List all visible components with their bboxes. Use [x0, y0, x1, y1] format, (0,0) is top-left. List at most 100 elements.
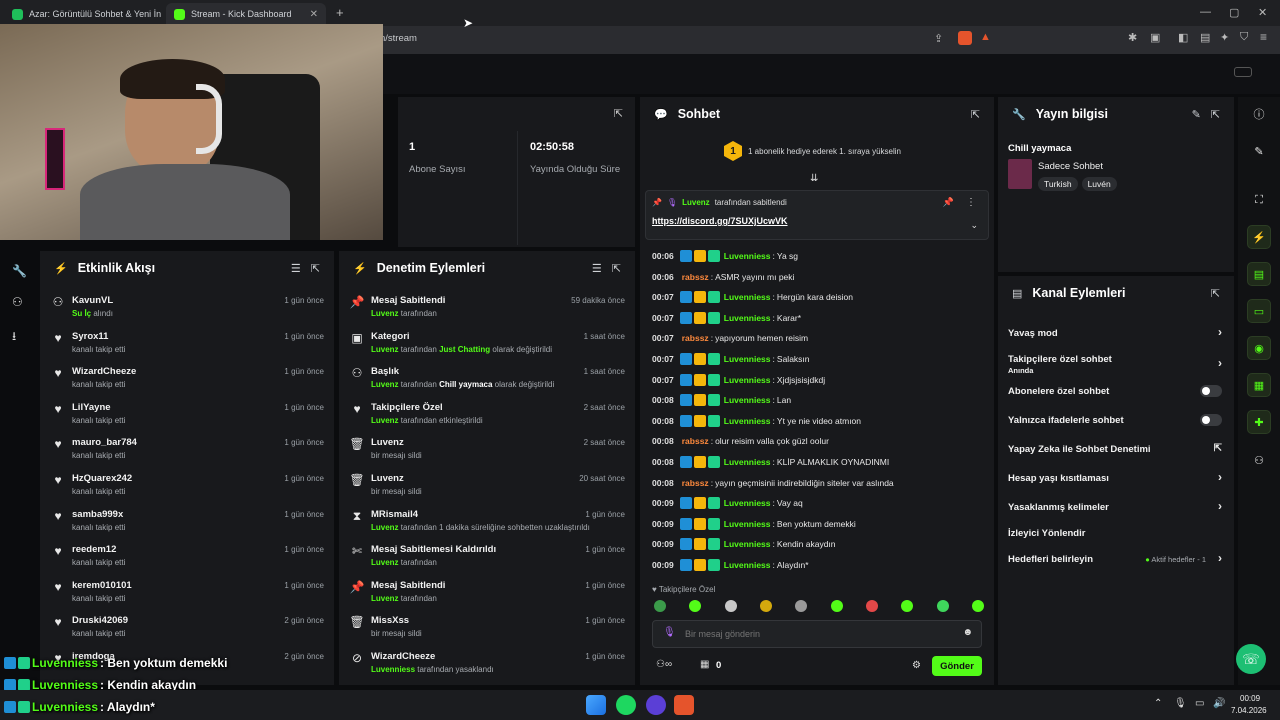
- moderation-item[interactable]: 🗑 MissXss bir mesajı sildi 1 gün önce: [339, 611, 635, 647]
- message-username[interactable]: rabssz: [682, 478, 709, 488]
- menu-icon[interactable]: ≡: [1260, 30, 1267, 44]
- users-icon[interactable]: ⚇: [12, 295, 23, 309]
- extensions-icon[interactable]: ✱: [1128, 31, 1137, 44]
- tabs-icon[interactable]: ▣: [1150, 31, 1160, 44]
- chevron-right-icon[interactable]: ›: [1218, 551, 1222, 565]
- collapse-icon[interactable]: ⇊: [810, 173, 818, 184]
- bolt-icon[interactable]: ⚡: [1247, 225, 1271, 249]
- chat-settings-icon[interactable]: ⚙: [912, 660, 921, 671]
- chat-message[interactable]: 00:06 rabssz: ASMR yayını mı peki: [652, 268, 794, 286]
- activity-item[interactable]: ♥ Syrox11 kanalı takip etti 1 gün önce: [40, 327, 334, 363]
- chat-message[interactable]: 00:07 Luvenniess: Karar*: [652, 309, 801, 327]
- edit-icon[interactable]: ✎: [1192, 108, 1201, 121]
- volume-icon[interactable]: 🔊: [1213, 698, 1225, 709]
- emoji-icon[interactable]: ☻: [962, 627, 973, 638]
- message-username[interactable]: Luvenniess: [724, 519, 771, 529]
- channel-action-row[interactable]: Yalnızca ifadelerle sohbet: [998, 414, 1234, 439]
- brave-rewards-icon[interactable]: ▲: [980, 31, 991, 43]
- channel-action-row[interactable]: Yasaklanmış kelimeler ›: [998, 499, 1234, 526]
- moderation-item[interactable]: ▣ Kategori Luvenz tarafından Just Chatting…: [339, 327, 635, 363]
- more-options-icon[interactable]: ⋮: [966, 197, 976, 208]
- channel-action-row[interactable]: Yapay Zeka ile Sohbet Denetimi ⇱: [998, 443, 1234, 468]
- chat-message[interactable]: 00:07 rabssz: yapıyorum hemen reisim: [652, 329, 808, 347]
- tray-chevron-icon[interactable]: ⌃: [1154, 698, 1162, 709]
- category-name[interactable]: Sadece Sohbet: [1038, 161, 1103, 172]
- chat-input[interactable]: [685, 626, 945, 642]
- message-username[interactable]: Luvenniess: [724, 498, 771, 508]
- user-avatar-icon[interactable]: [1234, 67, 1252, 77]
- chevron-right-icon[interactable]: ›: [1218, 499, 1222, 513]
- wrench-icon[interactable]: 🔧: [12, 264, 27, 278]
- broadcast-icon[interactable]: ◉: [1247, 336, 1271, 360]
- start-menu-icon[interactable]: [586, 695, 606, 715]
- emote-icon[interactable]: [759, 600, 772, 612]
- unpin-icon[interactable]: 📌: [943, 197, 954, 208]
- channel-action-row[interactable]: Yavaş mod ›: [998, 325, 1234, 352]
- chat-message[interactable]: 00:09 Luvenniess: Alaydın*: [652, 556, 809, 574]
- message-username[interactable]: rabssz: [682, 333, 709, 343]
- moderation-item[interactable]: ⧗ MRismail4 Luvenz tarafından 1 dakika sür…: [339, 505, 635, 541]
- activity-item[interactable]: ♥ kerem010101 kanalı takip etti 1 gün önce: [40, 576, 334, 612]
- moderation-item[interactable]: ⊘ WizardCheeze Luvenniess tarafından yasak…: [339, 647, 635, 683]
- activity-item[interactable]: ♥ WizardCheeze kanalı takip etti 1 gün önce: [40, 362, 334, 398]
- moderation-item[interactable]: 🗑 Luvenz bir mesajı sildi 20 saat önce: [339, 469, 635, 505]
- moderation-item[interactable]: 🗑 Luvenz bir mesajı sildi 2 saat önce: [339, 433, 635, 469]
- chat-message[interactable]: 00:09 Luvenniess: Vay aq: [652, 494, 803, 512]
- activity-item[interactable]: ⚇ KavunVL Su İç alındı 1 gün önce: [40, 291, 334, 327]
- message-username[interactable]: rabssz: [682, 272, 709, 282]
- gift-banner[interactable]: 1 1 abonelik hediye ederek 1. sıraya yük…: [724, 141, 901, 161]
- display-icon[interactable]: ▭: [1195, 698, 1204, 709]
- moderation-item[interactable]: ⚇ Başlık Luvenz tarafından Chill yaymaca o…: [339, 362, 635, 398]
- message-username[interactable]: Luvenniess: [724, 416, 771, 426]
- edit-icon[interactable]: ✎: [1247, 139, 1271, 163]
- channel-action-row[interactable]: Hesap yaşı kısıtlaması ›: [998, 470, 1234, 497]
- popout-icon[interactable]: ⇱: [614, 107, 623, 120]
- emote-icon[interactable]: [795, 600, 808, 612]
- new-tab-icon[interactable]: +: [336, 5, 344, 20]
- message-username[interactable]: Luvenniess: [724, 251, 771, 261]
- popout-icon[interactable]: ⇱: [1211, 108, 1220, 121]
- url-text[interactable]: n/stream: [380, 33, 417, 44]
- vpn-icon[interactable]: ⛉: [1240, 31, 1248, 44]
- message-username[interactable]: Luvenniess: [724, 375, 771, 385]
- message-username[interactable]: Luvenniess: [724, 354, 771, 364]
- fullscreen-icon[interactable]: ⛶: [1247, 188, 1271, 212]
- channel-action-row[interactable]: İzleyici Yönlendir: [998, 528, 1234, 552]
- message-username[interactable]: Luvenniess: [724, 560, 771, 570]
- chat-input-box[interactable]: 🎙 ☻: [652, 620, 982, 648]
- maximize-icon[interactable]: ▢: [1229, 6, 1239, 19]
- chat-message[interactable]: 00:09 Luvenniess: Kendin akaydın: [652, 535, 836, 553]
- activity-item[interactable]: ♥ Druski42069 kanalı takip etti 2 gün önce: [40, 611, 334, 647]
- chat-message[interactable]: 00:07 Luvenniess: Salaksın: [652, 350, 810, 368]
- popout-icon[interactable]: ⇱: [311, 262, 320, 275]
- chevron-right-icon[interactable]: ›: [1218, 325, 1222, 339]
- pinned-link[interactable]: https://discord.gg/7SUXjUcwVK: [652, 216, 788, 226]
- send-button[interactable]: Gönder: [932, 656, 982, 676]
- emote-icon[interactable]: [901, 600, 914, 612]
- message-username[interactable]: Luvenniess: [724, 395, 771, 405]
- tab-azar[interactable]: Azar: Görüntülü Sohbet & Yeni İn: [4, 3, 162, 25]
- support-chat-icon[interactable]: ☏: [1236, 644, 1266, 674]
- emote-icon[interactable]: [689, 600, 702, 612]
- emote-icon[interactable]: [865, 600, 878, 612]
- channel-action-row[interactable]: Hedefleri belirleyin ● Aktif hedefler - 1…: [998, 551, 1234, 578]
- activity-item[interactable]: ♥ mauro_bar784 kanalı takip etti 1 gün önce: [40, 433, 334, 469]
- chat-users-icon[interactable]: ⚇∞: [656, 659, 672, 670]
- chat-message[interactable]: 00:08 rabssz: yayın geçmisinii indirebildi…: [652, 474, 894, 492]
- filter-icon[interactable]: ☰: [291, 262, 301, 275]
- emote-icon[interactable]: [830, 600, 843, 612]
- popout-icon[interactable]: ⇱: [971, 108, 980, 121]
- toggle-switch[interactable]: [1200, 414, 1222, 426]
- clock-time[interactable]: 00:09: [1240, 694, 1260, 703]
- activity-item[interactable]: ♥ reedem12 kanalı takip etti 1 gün önce: [40, 540, 334, 576]
- emote-icon[interactable]: [724, 600, 737, 612]
- close-tab-icon[interactable]: ✕: [310, 9, 318, 20]
- popout-icon[interactable]: ⇱: [612, 262, 621, 275]
- tag-chip[interactable]: Turkish: [1038, 177, 1078, 191]
- message-username[interactable]: rabssz: [682, 436, 709, 446]
- message-username[interactable]: Luvenniess: [724, 313, 771, 323]
- chat-icon[interactable]: ▭: [1247, 299, 1271, 323]
- chevron-down-icon[interactable]: ⌄: [970, 220, 978, 231]
- tab-kick-dashboard[interactable]: Stream - Kick Dashboard ✕: [166, 3, 326, 25]
- emote-icon[interactable]: [936, 600, 949, 612]
